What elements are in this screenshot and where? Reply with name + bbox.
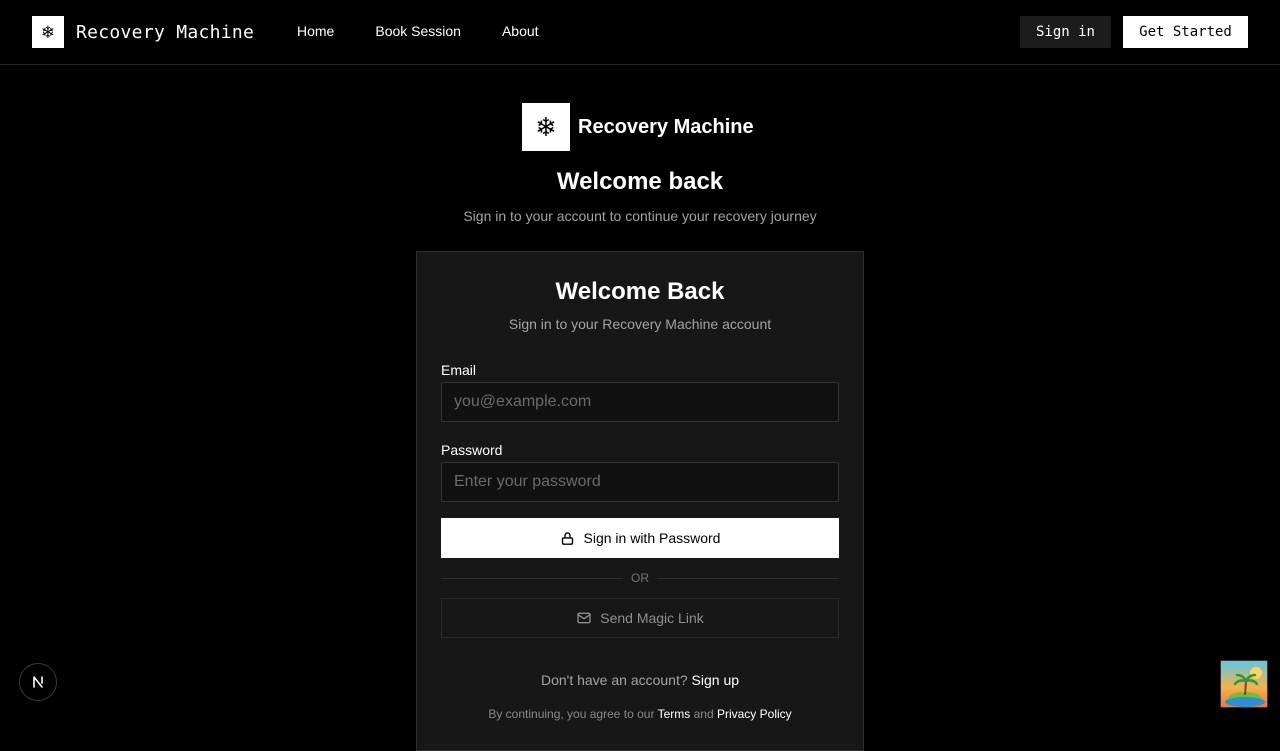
terms-link[interactable]: Terms xyxy=(658,707,691,721)
brand[interactable]: ❄ Recovery Machine xyxy=(32,16,254,48)
sign-in-card: Welcome Back Sign in to your Recovery Ma… xyxy=(416,251,864,751)
terms-notice: By continuing, you agree to our Terms an… xyxy=(417,707,863,721)
nav-link-home[interactable]: Home xyxy=(297,23,334,39)
card-subtitle: Sign in to your Recovery Machine account xyxy=(508,316,772,332)
sign-up-link[interactable]: Sign up xyxy=(692,672,739,688)
no-account-text: Don't have an account? xyxy=(540,672,688,688)
email-field[interactable] xyxy=(441,382,839,422)
lock-icon xyxy=(560,531,575,546)
main-nav: Home Book Session About xyxy=(297,23,580,39)
privacy-policy-link[interactable]: Privacy Policy xyxy=(717,707,792,721)
mail-icon xyxy=(576,610,592,626)
hero-brand: ❄ Recovery Machine xyxy=(522,103,754,151)
password-label: Password xyxy=(441,442,503,458)
island-image-icon[interactable] xyxy=(1220,660,1268,708)
email-label: Email xyxy=(441,362,477,378)
top-nav-bar: ❄ Recovery Machine Home Book Session Abo… xyxy=(0,0,1280,65)
send-magic-link-button[interactable]: Send Magic Link xyxy=(441,598,839,638)
divider-line-left xyxy=(441,578,623,579)
signup-prompt: Don't have an account? Sign up xyxy=(417,672,863,688)
get-started-button[interactable]: Get Started xyxy=(1123,16,1248,48)
header-sign-in-button[interactable]: Sign in xyxy=(1020,16,1111,48)
nextjs-icon[interactable] xyxy=(19,663,57,701)
divider-line-right xyxy=(657,578,839,579)
brand-name: Recovery Machine xyxy=(76,21,255,43)
terms-and: and xyxy=(693,707,714,721)
card-title: Welcome Back xyxy=(555,278,725,305)
divider-or: OR xyxy=(631,571,649,585)
snowflake-icon: ❄ xyxy=(32,16,64,48)
terms-prefix: By continuing, you agree to our xyxy=(488,707,655,721)
password-field[interactable] xyxy=(441,462,839,502)
hero-brand-name: Recovery Machine xyxy=(578,115,754,138)
sign-in-with-password-label: Sign in with Password xyxy=(583,530,721,546)
page-subtitle: Sign in to your account to continue your… xyxy=(463,208,817,224)
sign-in-with-password-button[interactable]: Sign in with Password xyxy=(441,518,839,558)
page-title: Welcome back xyxy=(556,168,724,195)
snowflake-icon: ❄ xyxy=(522,103,570,151)
send-magic-link-label: Send Magic Link xyxy=(600,610,704,626)
nav-link-about[interactable]: About xyxy=(502,23,539,39)
nav-link-book-session[interactable]: Book Session xyxy=(375,23,461,39)
